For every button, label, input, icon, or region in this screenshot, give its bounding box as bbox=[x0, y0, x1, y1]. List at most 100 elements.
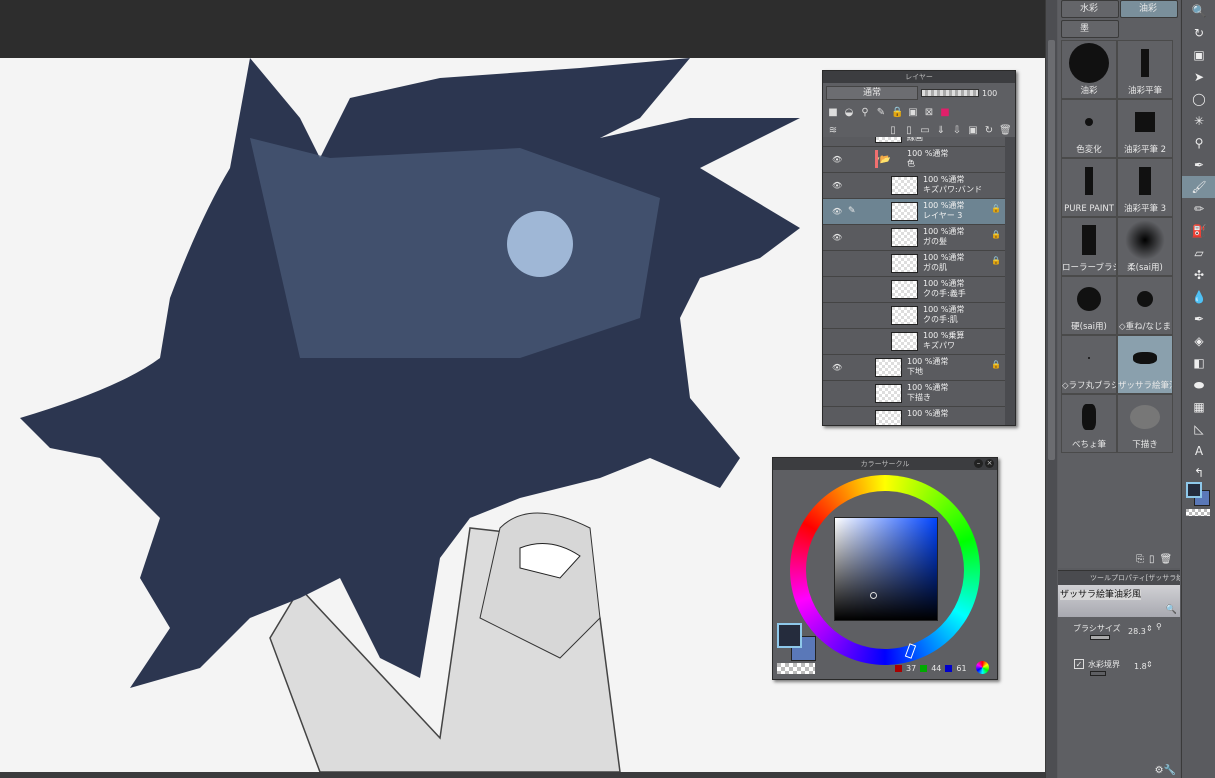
balloon-tool-icon[interactable]: ↰ bbox=[1182, 462, 1215, 484]
delete-layer-icon[interactable]: 🗑 bbox=[999, 125, 1012, 136]
lock-icon[interactable]: 🔒 bbox=[991, 204, 1001, 213]
watercolor-edge-slider[interactable] bbox=[1090, 671, 1106, 676]
pen-pressure-icon[interactable]: ⚲ bbox=[1156, 622, 1162, 631]
pencil-tool-icon[interactable]: ✏ bbox=[1182, 198, 1215, 220]
brush-item[interactable]: 油彩 bbox=[1061, 40, 1117, 99]
brush-size-stepper[interactable]: ⇕ bbox=[1146, 624, 1153, 633]
merge-down-icon[interactable]: ⇩ bbox=[951, 125, 963, 136]
canvas-vertical-scrollbar[interactable] bbox=[1045, 0, 1057, 778]
ruler-tool-icon[interactable]: ◺ bbox=[1182, 418, 1215, 440]
mask-icon[interactable]: ⊠ bbox=[923, 107, 935, 118]
layer-color-icon[interactable]: ■ bbox=[827, 107, 839, 118]
brush-item[interactable]: 下描き bbox=[1117, 394, 1173, 453]
layer-row[interactable]: 👁 100 %通常 キズパワ:バンド bbox=[823, 173, 1005, 199]
tab-oil[interactable]: 油彩 bbox=[1120, 0, 1178, 18]
new-folder-icon[interactable]: ▭ bbox=[919, 125, 931, 136]
brush-size-slider[interactable] bbox=[1090, 635, 1110, 640]
apply-mask-icon[interactable]: ↻ bbox=[983, 125, 995, 136]
copy-subtool-icon[interactable]: ⎘ bbox=[1136, 554, 1144, 565]
opacity-value[interactable]: 100 bbox=[982, 89, 997, 98]
visibility-eye-icon[interactable]: 👁 bbox=[832, 181, 842, 190]
reference-icon[interactable]: ⚲ bbox=[859, 107, 871, 118]
minimize-icon[interactable]: – bbox=[974, 459, 983, 468]
brush-item[interactable]: ◇ラフ丸ブラシ bbox=[1061, 335, 1117, 394]
visibility-eye-icon[interactable]: 👁 bbox=[832, 207, 842, 216]
brush-size-value[interactable]: 28.3 bbox=[1128, 627, 1146, 636]
magic-wand-icon[interactable]: ✳ bbox=[1182, 110, 1215, 132]
blend-mode-select[interactable]: 通常 bbox=[826, 86, 918, 100]
lock-icon[interactable]: 🔒 bbox=[991, 230, 1001, 239]
fill-tool-icon[interactable]: ◈ bbox=[1182, 330, 1215, 352]
watercolor-edge-value[interactable]: 1.8 bbox=[1134, 662, 1147, 671]
new-vector-layer-icon[interactable]: ▯ bbox=[903, 125, 915, 136]
brush-item[interactable]: ローラーブラシ bbox=[1061, 217, 1117, 276]
decoration-icon[interactable]: ✒ bbox=[1182, 308, 1215, 330]
brush-item[interactable]: 油彩平筆 bbox=[1117, 40, 1173, 99]
lock-icon[interactable]: 🔒 bbox=[991, 256, 1001, 265]
gradient-tool-icon[interactable]: ◧ bbox=[1182, 352, 1215, 374]
transfer-down-icon[interactable]: ⇓ bbox=[935, 125, 947, 136]
brush-item[interactable]: PURE PAINT bbox=[1061, 158, 1117, 217]
lasso-tool-icon[interactable]: ◯ bbox=[1182, 88, 1215, 110]
layer-move-tool-icon[interactable]: ▣ bbox=[1182, 44, 1215, 66]
settings-icon[interactable]: ⚙ bbox=[1155, 765, 1164, 776]
tab-watercolor[interactable]: 水彩 bbox=[1061, 0, 1119, 18]
wrench-icon[interactable]: 🔧 bbox=[1164, 765, 1176, 776]
frame-tool-icon[interactable]: ▦ bbox=[1182, 396, 1215, 418]
layer-row[interactable]: 👁 ✎ 100 %通常 レイヤー 3 🔒 bbox=[823, 199, 1005, 225]
layer-stack-icon[interactable]: ≋ bbox=[827, 125, 839, 136]
blend-tool-icon[interactable]: ✣ bbox=[1182, 264, 1215, 286]
layer-mask-icon[interactable]: ▣ bbox=[967, 125, 979, 136]
pen-tool-icon[interactable]: ✒ bbox=[1182, 154, 1215, 176]
water-drop-icon[interactable]: 💧 bbox=[1182, 286, 1215, 308]
layer-row[interactable]: 👁 ▾📂 100 %通常色 bbox=[823, 147, 1005, 173]
close-icon[interactable]: × bbox=[985, 459, 994, 468]
tab-ink[interactable]: 墨 bbox=[1061, 20, 1119, 38]
brush-item[interactable]: べちょ筆 bbox=[1061, 394, 1117, 453]
opacity-control[interactable]: 100 bbox=[921, 86, 1012, 100]
color-picker-cursor[interactable] bbox=[870, 592, 877, 599]
transparent-color-icon[interactable] bbox=[1186, 509, 1210, 516]
visibility-eye-icon[interactable]: 👁 bbox=[832, 233, 842, 242]
main-color-icon[interactable] bbox=[1186, 482, 1202, 498]
saturation-value-square[interactable] bbox=[834, 517, 938, 621]
brush-item[interactable]: 色変化 bbox=[1061, 99, 1117, 158]
watercolor-edge-checkbox[interactable]: ✓ bbox=[1074, 659, 1084, 669]
visibility-eye-icon[interactable]: 👁 bbox=[832, 155, 842, 164]
figure-tool-icon[interactable]: ⬬ bbox=[1182, 374, 1215, 396]
brush-item[interactable]: 油彩平筆 2 bbox=[1117, 99, 1173, 158]
airbrush-icon[interactable]: ⛽ bbox=[1182, 220, 1215, 242]
layer-row[interactable]: 100 %通常 下描き bbox=[823, 381, 1005, 407]
watercolor-edge-stepper[interactable]: ⇕ bbox=[1146, 660, 1153, 669]
eyedropper-icon[interactable]: ⚲ bbox=[1182, 132, 1215, 154]
opacity-slider[interactable] bbox=[921, 89, 979, 97]
text-tool-icon[interactable]: A bbox=[1182, 440, 1215, 462]
layer-row[interactable]: 100 %通常 ガの肌 🔒 bbox=[823, 251, 1005, 277]
layer-row[interactable]: 100 %乗算 キズパワ bbox=[823, 329, 1005, 355]
clip-icon[interactable]: ◒ bbox=[843, 107, 855, 118]
color-space-icon[interactable] bbox=[976, 661, 989, 674]
brush-item[interactable]: ザッサラ絵筆油 bbox=[1117, 335, 1173, 394]
main-color-swatch[interactable] bbox=[777, 623, 802, 648]
brush-item[interactable]: ◇重ね/なじま bbox=[1117, 276, 1173, 335]
rotate-tool-icon[interactable]: ↻ bbox=[1182, 22, 1215, 44]
new-subtool-icon[interactable]: ▯ bbox=[1149, 554, 1155, 565]
scroll-thumb[interactable] bbox=[1048, 40, 1055, 460]
transparent-color-swatch[interactable] bbox=[777, 663, 815, 674]
layer-row[interactable]: 100 %通常 クの手:義手 bbox=[823, 277, 1005, 303]
eraser-icon[interactable]: ▱ bbox=[1182, 242, 1215, 264]
layer-row[interactable]: 線画 bbox=[823, 137, 1005, 147]
delete-subtool-icon[interactable]: 🗑 bbox=[1160, 554, 1173, 565]
layer-row[interactable]: 👁 100 %通常 下地 🔒 bbox=[823, 355, 1005, 381]
brush-tool-icon[interactable]: 🖌 bbox=[1182, 176, 1215, 198]
layer-list-scrollbar[interactable] bbox=[1005, 137, 1015, 425]
layer-row[interactable]: 100 %通常 クの手:肌 bbox=[823, 303, 1005, 329]
brush-item[interactable]: 柔(sai用) bbox=[1117, 217, 1173, 276]
brush-item[interactable]: 硬(sai用) bbox=[1061, 276, 1117, 335]
lock-icon[interactable]: 🔒 bbox=[891, 107, 903, 118]
zoom-tool-icon[interactable]: 🔍 bbox=[1182, 0, 1215, 22]
visibility-eye-icon[interactable]: 👁 bbox=[832, 363, 842, 372]
layer-row[interactable]: 100 %通常 bbox=[823, 407, 1005, 425]
brush-item[interactable]: 油彩平筆 3 bbox=[1117, 158, 1173, 217]
new-raster-layer-icon[interactable]: ▯ bbox=[887, 125, 899, 136]
